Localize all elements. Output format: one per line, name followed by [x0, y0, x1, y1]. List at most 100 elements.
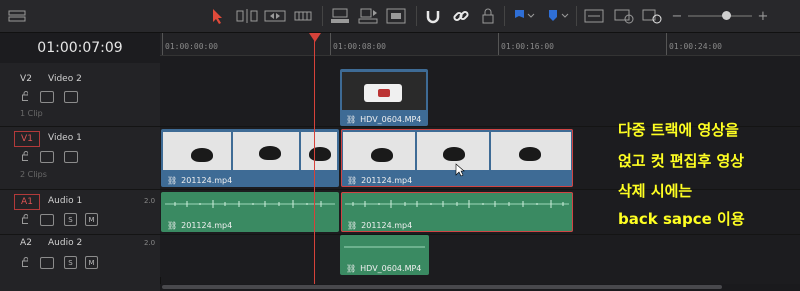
- zoom-custom-icon[interactable]: [642, 7, 664, 25]
- auto-select-icon[interactable]: [40, 151, 54, 163]
- track-header-v2[interactable]: V2 Video 2 1 Clip: [0, 63, 160, 127]
- track-gain: 2.0: [144, 239, 156, 247]
- clip-name: 201124.mp4: [181, 176, 233, 185]
- toolbar-divider: [322, 6, 323, 26]
- cup-image: [443, 147, 465, 161]
- track-header-a2[interactable]: A2 Audio 2 2.0 S M: [0, 235, 160, 277]
- ruler-label: 01:00:00:00: [165, 42, 218, 51]
- overwrite-icon[interactable]: [358, 7, 378, 25]
- clip-label: ⛓ 201124.mp4: [347, 221, 412, 230]
- zoom-detail-icon[interactable]: [614, 7, 636, 25]
- track-enable-icon[interactable]: [64, 151, 78, 163]
- toolbar-divider: [576, 6, 577, 26]
- clip-label: ⛓ 201124.mp4: [167, 176, 232, 185]
- clip-name: 201124.mp4: [361, 176, 413, 185]
- clip-label: ⛓ HDV_0604.MP4: [346, 115, 421, 124]
- track-id[interactable]: A1: [14, 194, 40, 210]
- track-header-a1[interactable]: A1 Audio 1 2.0 S M: [0, 190, 160, 235]
- thumbnail-frame: [301, 132, 337, 170]
- zoom-in-icon[interactable]: +: [758, 7, 769, 25]
- dynamic-trim-icon[interactable]: [264, 7, 286, 25]
- horizontal-scrollbar[interactable]: [160, 284, 800, 291]
- position-lock-icon[interactable]: [480, 7, 496, 25]
- clip-thumbnail: [342, 72, 426, 110]
- solo-button[interactable]: S: [64, 256, 77, 269]
- track-id[interactable]: V1: [14, 131, 40, 147]
- clip-201124-video-left[interactable]: ⛓ 201124.mp4: [161, 129, 339, 187]
- toolbar-divider: [504, 6, 505, 26]
- track-enable-icon[interactable]: [64, 91, 78, 103]
- thumbnail-frame: [417, 132, 491, 170]
- zoom-out-icon[interactable]: −: [672, 7, 683, 25]
- marker-icon[interactable]: [546, 7, 570, 25]
- lock-icon[interactable]: [22, 214, 28, 224]
- flag-icon[interactable]: [512, 7, 536, 25]
- track-name[interactable]: Video 2: [48, 74, 82, 84]
- clip-201124-audio-right[interactable]: ⛓ 201124.mp4: [341, 192, 573, 232]
- ruler-tick: [666, 33, 667, 55]
- track-lane-a2[interactable]: [160, 235, 800, 277]
- cup-image: [191, 148, 213, 162]
- mouse-cursor-icon: [455, 162, 465, 181]
- track-name[interactable]: Audio 1: [48, 196, 82, 206]
- insert-icon[interactable]: [330, 7, 350, 25]
- audio-waveform: [344, 246, 425, 248]
- linked-selection-icon[interactable]: [452, 7, 470, 25]
- zoom-fit-icon[interactable]: [584, 7, 606, 25]
- track-lane-v2[interactable]: [160, 63, 800, 127]
- track-name[interactable]: Video 1: [48, 133, 82, 143]
- clip-name: HDV_0604.MP4: [360, 115, 422, 124]
- cup-image: [309, 147, 331, 161]
- auto-select-icon[interactable]: [40, 257, 54, 269]
- cup-image: [259, 146, 281, 160]
- auto-select-icon[interactable]: [40, 91, 54, 103]
- clip-201124-audio-left[interactable]: ⛓ 201124.mp4: [161, 192, 339, 232]
- playhead-handle[interactable]: [309, 33, 321, 42]
- annotation-line: back sapce 이용: [618, 210, 745, 228]
- clip-label: ⛓ 201124.mp4: [347, 176, 412, 185]
- lock-icon[interactable]: [22, 151, 28, 161]
- clip-hdv-0604-video[interactable]: ⛓ HDV_0604.MP4: [340, 69, 428, 126]
- ruler-label: 01:00:16:00: [501, 42, 554, 51]
- link-icon: ⛓: [346, 115, 357, 124]
- playhead[interactable]: [314, 37, 315, 291]
- annotation-line: 다중 트랙에 영상을: [618, 121, 739, 139]
- track-id[interactable]: A2: [14, 236, 38, 250]
- timeline-timecode[interactable]: 01:00:07:09: [0, 33, 160, 63]
- mute-button[interactable]: M: [85, 256, 98, 269]
- track-header-v1[interactable]: V1 Video 1 2 Clips: [0, 127, 160, 190]
- track-name[interactable]: Audio 2: [48, 238, 82, 248]
- snapping-icon[interactable]: [424, 7, 442, 25]
- zoom-slider-handle[interactable]: [722, 11, 731, 20]
- selection-arrow-icon[interactable]: [210, 7, 224, 25]
- ruler-label: 01:00:24:00: [669, 42, 722, 51]
- clip-hdv-0604-audio[interactable]: ⛓ HDV_0604.MP4: [340, 235, 429, 275]
- cup-image: [371, 148, 393, 162]
- lock-icon[interactable]: [22, 91, 28, 101]
- clip-name: 201124.mp4: [361, 221, 413, 230]
- clip-name: 201124.mp4: [181, 221, 233, 230]
- solo-button[interactable]: S: [64, 213, 77, 226]
- mute-button[interactable]: M: [85, 213, 98, 226]
- ruler-tick: [162, 33, 163, 55]
- thumbnail-frame: [491, 132, 571, 170]
- scrollbar-thumb[interactable]: [162, 285, 722, 289]
- audio-waveform: [345, 200, 569, 208]
- blade-icon[interactable]: [294, 7, 312, 25]
- zoom-slider[interactable]: [688, 15, 752, 17]
- thumbnail-frame: [163, 132, 233, 170]
- auto-select-icon[interactable]: [40, 214, 54, 226]
- annotation-line: 삭제 시에는: [618, 182, 693, 200]
- link-icon: ⛓: [347, 176, 358, 185]
- annotation-line: 얹고 컷 편집후 영상: [618, 152, 745, 170]
- lock-icon[interactable]: [22, 257, 28, 267]
- ruler-tick: [330, 33, 331, 55]
- link-icon: ⛓: [167, 221, 178, 230]
- timeline-ruler[interactable]: 01:00:00:00 01:00:08:00 01:00:16:00 01:0…: [160, 33, 800, 56]
- toolbar-divider: [416, 6, 417, 26]
- timeline-layout-icon[interactable]: [8, 7, 26, 25]
- replace-icon[interactable]: [386, 7, 406, 25]
- clip-name: HDV_0604.MP4: [360, 264, 422, 273]
- track-id[interactable]: V2: [14, 72, 38, 86]
- trim-icon[interactable]: [236, 7, 258, 25]
